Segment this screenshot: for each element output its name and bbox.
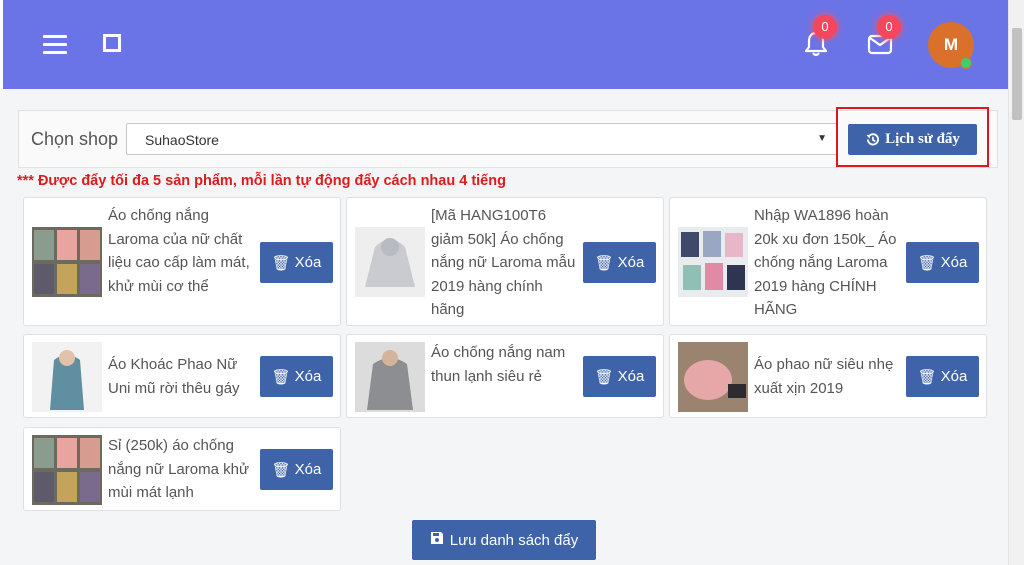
scrollbar[interactable] xyxy=(1008,0,1024,565)
product-thumbnail xyxy=(32,435,102,505)
notice-text: *** Được đẩy tối đa 5 sản phẩm, mỗi lần … xyxy=(17,173,506,189)
trash-icon: 🗑 xyxy=(917,254,937,272)
delete-button[interactable]: 🗑 Xóa xyxy=(583,242,656,283)
product-card: Áo chống nắng nam thun lạnh siêu rẻ 🗑 Xóa xyxy=(346,334,664,418)
delete-button[interactable]: 🗑 Xóa xyxy=(260,356,333,397)
top-navbar: 0 0 M xyxy=(0,0,1008,89)
trash-icon: 🗑 xyxy=(594,368,614,386)
delete-button[interactable]: 🗑 Xóa xyxy=(583,356,656,397)
product-thumbnail xyxy=(32,227,102,297)
save-push-list-button[interactable]: Lưu danh sách đẩy xyxy=(412,520,596,560)
delete-label: Xóa xyxy=(940,254,968,271)
product-title: [Mã HANG100T6 giảm 50k] Áo chống nắng nữ… xyxy=(431,207,576,318)
shop-label: Chọn shop xyxy=(31,129,119,149)
product-thumbnail xyxy=(678,342,748,412)
product-title: Sỉ (250k) áo chống nắng nữ Laroma khử mù… xyxy=(108,437,249,501)
trash-icon: 🗑 xyxy=(271,254,291,272)
push-history-label: Lịch sử đẩy xyxy=(885,131,960,147)
delete-label: Xóa xyxy=(940,368,968,385)
history-icon xyxy=(866,133,880,146)
save-icon xyxy=(430,531,444,549)
product-card: Sỉ (250k) áo chống nắng nữ Laroma khử mù… xyxy=(23,427,341,511)
trash-icon: 🗑 xyxy=(917,368,937,386)
delete-label: Xóa xyxy=(617,254,645,271)
delete-button[interactable]: 🗑 Xóa xyxy=(906,242,979,283)
online-status-dot xyxy=(960,57,972,69)
product-thumbnail xyxy=(355,342,425,412)
delete-button[interactable]: 🗑 Xóa xyxy=(260,449,333,490)
dropdown-arrow-icon: ▼ xyxy=(817,133,827,144)
delete-label: Xóa xyxy=(617,368,645,385)
trash-icon: 🗑 xyxy=(271,461,291,479)
product-card: [Mã HANG100T6 giảm 50k] Áo chống nắng nữ… xyxy=(346,197,664,326)
message-badge: 0 xyxy=(877,15,901,39)
product-thumbnail xyxy=(678,227,748,297)
product-card: Áo phao nữ siêu nhẹ xuất xịn 2019 🗑 Xóa xyxy=(669,334,987,418)
trash-icon: 🗑 xyxy=(271,368,291,386)
product-thumbnail xyxy=(355,227,425,297)
trash-icon: 🗑 xyxy=(594,254,614,272)
notification-badge: 0 xyxy=(813,15,837,39)
product-title: Áo chống nắng nam thun lạnh siêu rẻ xyxy=(431,344,566,385)
product-card: Nhập WA1896 hoàn 20k xu đơn 150k_ Áo chố… xyxy=(669,197,987,326)
product-title: Áo Khoác Phao Nữ Uni mũ rời thêu gáy xyxy=(108,356,240,397)
shop-select[interactable]: SuhaoStore ▼ xyxy=(126,123,838,155)
save-push-list-label: Lưu danh sách đẩy xyxy=(449,531,579,549)
product-card: Áo chống nắng Laroma của nữ chất liệu ca… xyxy=(23,197,341,326)
shop-select-value: SuhaoStore xyxy=(145,132,219,148)
delete-label: Xóa xyxy=(294,461,322,478)
product-title: Áo chống nắng Laroma của nữ chất liệu ca… xyxy=(108,207,250,295)
product-thumbnail xyxy=(32,342,102,412)
delete-button[interactable]: 🗑 Xóa xyxy=(260,242,333,283)
push-history-button[interactable]: Lịch sử đẩy xyxy=(848,124,977,155)
scrollbar-thumb[interactable] xyxy=(1012,28,1022,120)
fullscreen-icon[interactable] xyxy=(103,34,121,52)
delete-label: Xóa xyxy=(294,368,322,385)
delete-button[interactable]: 🗑 Xóa xyxy=(906,356,979,397)
menu-icon[interactable] xyxy=(43,35,67,55)
product-title: Áo phao nữ siêu nhẹ xuất xịn 2019 xyxy=(754,356,894,397)
delete-label: Xóa xyxy=(294,254,322,271)
product-title: Nhập WA1896 hoàn 20k xu đơn 150k_ Áo chố… xyxy=(754,207,897,318)
product-card: Áo Khoác Phao Nữ Uni mũ rời thêu gáy 🗑 Xó… xyxy=(23,334,341,418)
